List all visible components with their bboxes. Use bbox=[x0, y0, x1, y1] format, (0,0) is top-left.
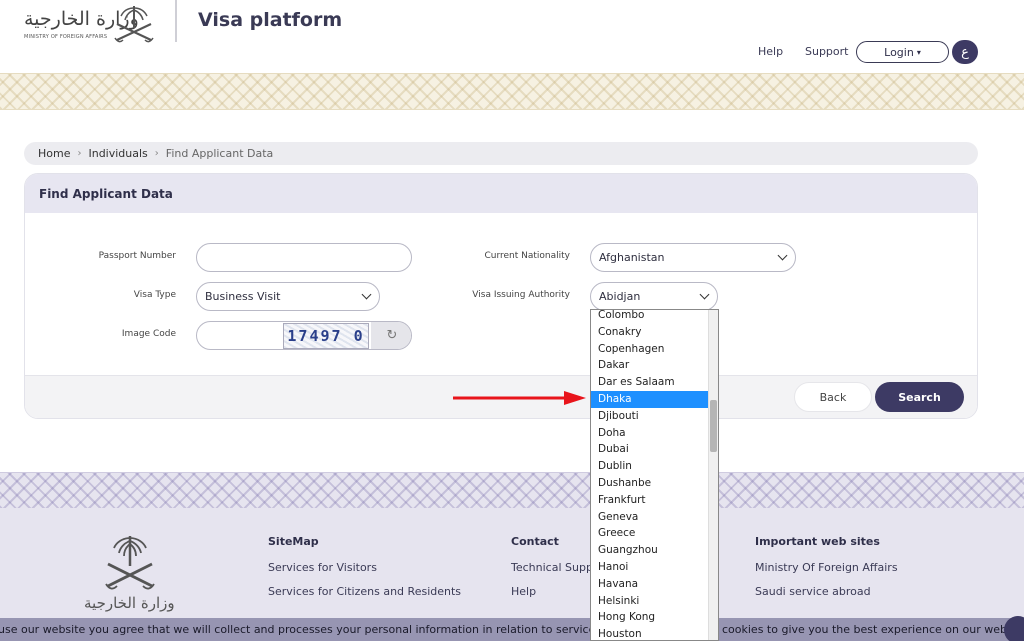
footer-link-saudi-service-abroad[interactable]: Saudi service abroad bbox=[755, 585, 871, 598]
login-label: Login bbox=[884, 45, 914, 59]
dropdown-scrollbar[interactable] bbox=[708, 310, 718, 640]
help-link[interactable]: Help bbox=[758, 45, 783, 58]
dropdown-option[interactable]: Greece bbox=[591, 525, 709, 542]
breadcrumb-current: Find Applicant Data bbox=[165, 147, 274, 160]
scrollbar-thumb[interactable] bbox=[710, 400, 717, 452]
chevron-down-icon bbox=[699, 289, 710, 300]
dropdown-option[interactable]: Dublin bbox=[591, 458, 709, 475]
dropdown-option[interactable]: Dushanbe bbox=[591, 475, 709, 492]
saudi-emblem-icon bbox=[105, 536, 155, 590]
visa-issuing-authority-value: Abidjan bbox=[599, 290, 641, 303]
dropdown-option[interactable]: Copenhagen bbox=[591, 341, 709, 358]
breadcrumb-home[interactable]: Home bbox=[38, 147, 70, 160]
image-code-label: Image Code bbox=[121, 329, 176, 339]
red-arrow-icon bbox=[453, 391, 586, 405]
footer-link-technical-support[interactable]: Technical Suppo bbox=[511, 561, 600, 574]
platform-title: Visa platform bbox=[198, 9, 343, 31]
login-button[interactable]: Login ▾ bbox=[856, 41, 949, 63]
footer-link-visitors[interactable]: Services for Visitors bbox=[268, 561, 377, 574]
important-sites-heading: Important web sites bbox=[755, 535, 880, 548]
chevron-down-icon bbox=[361, 289, 372, 300]
sitemap-heading: SiteMap bbox=[268, 535, 319, 548]
dropdown-option[interactable]: Hanoi bbox=[591, 559, 709, 576]
visa-issuing-authority-select[interactable]: Abidjan bbox=[590, 282, 718, 311]
visa-type-select[interactable]: Business Visit bbox=[196, 282, 380, 311]
current-nationality-select[interactable]: Afghanistan bbox=[590, 243, 796, 272]
dropdown-option[interactable]: Helsinki bbox=[591, 593, 709, 610]
card-title: Find Applicant Data bbox=[25, 174, 977, 213]
breadcrumb-individuals[interactable]: Individuals bbox=[88, 147, 147, 160]
visa-type-label: Visa Type bbox=[133, 290, 176, 300]
search-button[interactable]: Search bbox=[875, 382, 964, 412]
cookie-banner: use our website you agree that we will c… bbox=[0, 618, 1024, 641]
image-code-input[interactable]: 17497 0 ↻ bbox=[196, 321, 412, 350]
decorative-pattern-top bbox=[0, 73, 1024, 110]
passport-number-label: Passport Number bbox=[98, 251, 176, 261]
dropdown-option[interactable]: Guangzhou bbox=[591, 542, 709, 559]
back-button[interactable]: Back bbox=[794, 382, 872, 412]
footer-link-mofa[interactable]: Ministry Of Foreign Affairs bbox=[755, 561, 898, 574]
current-nationality-value: Afghanistan bbox=[599, 251, 665, 264]
passport-number-input[interactable] bbox=[196, 243, 412, 272]
dropdown-option[interactable]: Frankfurt bbox=[591, 492, 709, 509]
visa-issuing-authority-label: Visa Issuing Authority bbox=[472, 290, 570, 300]
dropdown-option[interactable]: Colombo bbox=[591, 310, 709, 324]
cookie-accept-button[interactable] bbox=[1004, 616, 1024, 641]
cookie-text-left: use our website you agree that we will c… bbox=[0, 623, 646, 636]
dropdown-option[interactable]: Dhaka bbox=[591, 391, 709, 408]
dropdown-option[interactable]: Geneva bbox=[591, 509, 709, 526]
dropdown-option[interactable]: Dakar bbox=[591, 357, 709, 374]
support-link[interactable]: Support bbox=[805, 45, 848, 58]
language-toggle-button[interactable]: ع bbox=[952, 40, 978, 64]
captcha-image: 17497 0 bbox=[283, 323, 369, 349]
visa-type-value: Business Visit bbox=[205, 290, 281, 303]
dropdown-option[interactable]: Havana bbox=[591, 576, 709, 593]
chevron-right-icon: › bbox=[77, 148, 82, 159]
chevron-down-icon bbox=[777, 250, 788, 261]
footer-link-help[interactable]: Help bbox=[511, 585, 536, 598]
current-nationality-label: Current Nationality bbox=[484, 251, 570, 261]
site-header: وزارة الخارجية MINISTRY OF FOREIGN AFFAI… bbox=[0, 0, 1024, 74]
saudi-emblem-icon bbox=[114, 6, 154, 43]
dropdown-option[interactable]: Dubai bbox=[591, 441, 709, 458]
contact-heading: Contact bbox=[511, 535, 559, 548]
dropdown-option[interactable]: Doha bbox=[591, 425, 709, 442]
ministry-logo-english: MINISTRY OF FOREIGN AFFAIRS bbox=[24, 34, 108, 40]
decorative-pattern-bottom bbox=[0, 472, 1024, 509]
footer-link-citizens[interactable]: Services for Citizens and Residents bbox=[268, 585, 461, 598]
header-divider bbox=[175, 0, 177, 42]
breadcrumb: Home › Individuals › Find Applicant Data bbox=[24, 142, 978, 165]
dropdown-option[interactable]: Houston bbox=[591, 626, 709, 640]
visa-issuing-authority-dropdown[interactable]: Colombo Conakry Copenhagen Dakar Dar es Sala… bbox=[590, 309, 719, 641]
cookie-text-right: cookies to give you the best experience … bbox=[722, 623, 1024, 636]
dropdown-option[interactable]: Conakry bbox=[591, 324, 709, 341]
dropdown-option[interactable]: Djibouti bbox=[591, 408, 709, 425]
dropdown-option[interactable]: Dar es Salaam bbox=[591, 374, 709, 391]
caret-down-icon: ▾ bbox=[916, 47, 921, 57]
refresh-icon[interactable]: ↻ bbox=[371, 322, 411, 349]
footer-logo-arabic: وزارة الخارجية bbox=[84, 594, 175, 612]
dropdown-option[interactable]: Hong Kong bbox=[591, 609, 709, 626]
chevron-right-icon: › bbox=[154, 148, 159, 159]
